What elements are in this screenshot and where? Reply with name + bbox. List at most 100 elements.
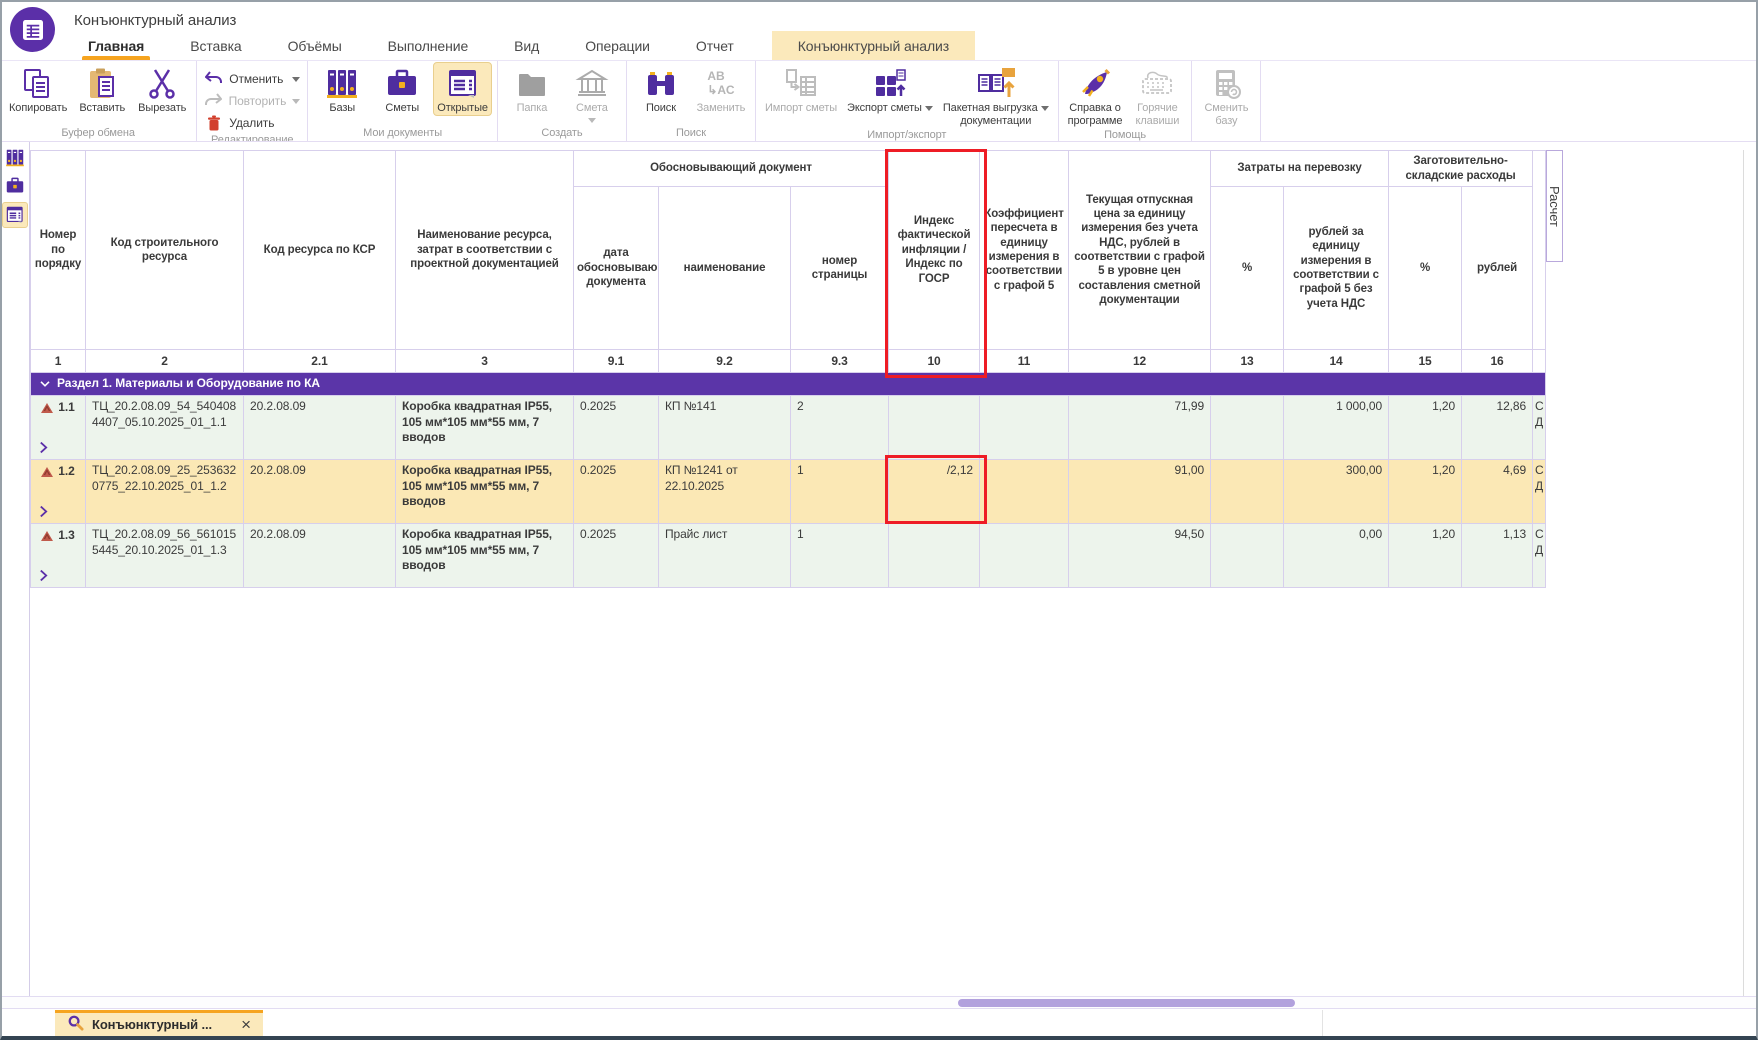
- estimate-create-button[interactable]: Смета: [563, 62, 621, 124]
- tab-volumes[interactable]: Объёмы: [280, 31, 350, 60]
- cell-doc_name[interactable]: Прайс лист: [659, 524, 791, 588]
- cell-row-header[interactable]: 1.3: [31, 524, 86, 588]
- cell-transport_rub[interactable]: 0,00: [1284, 524, 1389, 588]
- hotkeys-button[interactable]: Горячиеклавиши: [1128, 62, 1186, 128]
- cell-clipped[interactable]: С Д: [1533, 460, 1546, 524]
- search-button[interactable]: Поиск: [632, 62, 690, 116]
- cell-resource_name[interactable]: Коробка квадратная IP55, 105 мм*105 мм*5…: [396, 524, 574, 588]
- copy-button[interactable]: Копировать: [5, 62, 71, 116]
- cell-inflation_index[interactable]: /2,12: [889, 460, 980, 524]
- help-button[interactable]: Справка опрограмме: [1064, 62, 1127, 128]
- cell-doc_date[interactable]: 0.2025: [574, 524, 659, 588]
- column-header: дата обосновывающего документа: [574, 187, 659, 350]
- sidebar-databases-button[interactable]: [3, 146, 27, 170]
- calculation-panel-tab[interactable]: Расчет: [1546, 150, 1563, 262]
- vertical-scrollbar-track[interactable]: [1743, 150, 1744, 996]
- cell-resource_name[interactable]: Коробка квадратная IP55, 105 мм*105 мм*5…: [396, 460, 574, 524]
- table-row: 1.1ТЦ_20.2.08.09_54_5404084407_05.10.202…: [31, 396, 1546, 460]
- cell-doc_name[interactable]: КП №1241 от 22.10.2025: [659, 460, 791, 524]
- cell-doc_page[interactable]: 1: [791, 524, 889, 588]
- cell-current_price[interactable]: 94,50: [1069, 524, 1211, 588]
- sidebar-estimates-button[interactable]: [3, 174, 27, 198]
- tab-view[interactable]: Вид: [506, 31, 547, 60]
- cell-current_price[interactable]: 91,00: [1069, 460, 1211, 524]
- cell-clipped[interactable]: С Д: [1533, 396, 1546, 460]
- cell-storage_pct[interactable]: 1,20: [1389, 524, 1462, 588]
- cell-doc_date[interactable]: 0.2025: [574, 460, 659, 524]
- export-icon: [873, 65, 907, 102]
- ribbon-group-label: [1197, 128, 1255, 141]
- cell-storage_rub[interactable]: 4,69: [1462, 460, 1533, 524]
- tab-market-analysis[interactable]: Конъюнктурный анализ: [772, 31, 975, 60]
- section-row[interactable]: Раздел 1. Материалы и Оборудование по КА: [31, 373, 1546, 396]
- cell-code[interactable]: ТЦ_20.2.08.09_56_5610155445_20.10.2025_0…: [86, 524, 244, 588]
- cell-storage_rub[interactable]: 12,86: [1462, 396, 1533, 460]
- horizontal-scrollbar-thumb[interactable]: [958, 999, 1295, 1007]
- row-expand-button[interactable]: [39, 441, 48, 454]
- button-label: Пакетная выгрузка: [943, 102, 1038, 115]
- column-header: Наименование ресурса, затрат в соответст…: [396, 151, 574, 350]
- cell-conversion_coeff[interactable]: [980, 524, 1069, 588]
- close-icon[interactable]: ×: [241, 1016, 251, 1033]
- folder-button[interactable]: Папка: [503, 62, 561, 116]
- batch-export-button[interactable]: Пакетная выгрузкадокументации: [939, 62, 1053, 128]
- row-expand-button[interactable]: [39, 505, 48, 518]
- cell-transport_pct[interactable]: [1211, 460, 1284, 524]
- column-number: 11: [980, 350, 1069, 373]
- cell-row-header[interactable]: 1.1: [31, 396, 86, 460]
- cell-clipped[interactable]: С Д: [1533, 524, 1546, 588]
- button-label: Горячие: [1137, 102, 1178, 115]
- cell-ksr_code[interactable]: 20.2.08.09: [244, 460, 396, 524]
- cell-doc_page[interactable]: 2: [791, 396, 889, 460]
- estimates-button[interactable]: Сметы: [373, 62, 431, 116]
- delete-icon: [204, 115, 223, 131]
- export-button[interactable]: Экспорт сметы: [843, 62, 937, 116]
- cell-inflation_index[interactable]: [889, 524, 980, 588]
- app-icon: [10, 7, 55, 52]
- cell-doc_date[interactable]: 0.2025: [574, 396, 659, 460]
- tab-insert[interactable]: Вставка: [182, 31, 249, 60]
- cell-conversion_coeff[interactable]: [980, 396, 1069, 460]
- cell-transport_rub[interactable]: 1 000,00: [1284, 396, 1389, 460]
- ribbon-group-editing: ОтменитьПовторитьУдалитьРедактирование: [197, 61, 308, 141]
- cell-code[interactable]: ТЦ_20.2.08.09_54_5404084407_05.10.2025_0…: [86, 396, 244, 460]
- sidebar-open-docs-button[interactable]: [2, 202, 28, 228]
- cell-row-header[interactable]: 1.2: [31, 460, 86, 524]
- tab-operations[interactable]: Операции: [577, 31, 658, 60]
- cell-transport_rub[interactable]: 300,00: [1284, 460, 1389, 524]
- databases-button[interactable]: Базы: [313, 62, 371, 116]
- tab-report[interactable]: Отчет: [688, 31, 742, 60]
- change-database-button[interactable]: Сменитьбазу: [1197, 62, 1255, 128]
- delete-button[interactable]: Удалить: [202, 113, 302, 133]
- tab-execution[interactable]: Выполнение: [380, 31, 477, 60]
- column-header: Индекс фактической инфляции / Индекс по …: [889, 151, 980, 350]
- cut-button[interactable]: Вырезать: [133, 62, 191, 116]
- import-icon: [784, 65, 818, 102]
- row-expand-button[interactable]: [39, 569, 48, 582]
- open-docs-button[interactable]: Открытые: [433, 62, 492, 116]
- cell-storage_pct[interactable]: 1,20: [1389, 396, 1462, 460]
- horizontal-scrollbar[interactable]: [0, 996, 1758, 1009]
- cell-resource_name[interactable]: Коробка квадратная IP55, 105 мм*105 мм*5…: [396, 396, 574, 460]
- import-button[interactable]: Импорт сметы: [761, 62, 841, 116]
- cell-doc_page[interactable]: 1: [791, 460, 889, 524]
- cell-storage_pct[interactable]: 1,20: [1389, 460, 1462, 524]
- cell-ksr_code[interactable]: 20.2.08.09: [244, 524, 396, 588]
- cell-inflation_index[interactable]: [889, 396, 980, 460]
- cell-ksr_code[interactable]: 20.2.08.09: [244, 396, 396, 460]
- cell-transport_pct[interactable]: [1211, 524, 1284, 588]
- row-number: 1.2: [58, 464, 74, 480]
- titlebar: Конъюнктурный анализ Главная Вставка Объём…: [0, 0, 1758, 60]
- cell-code[interactable]: ТЦ_20.2.08.09_25_2536320775_22.10.2025_0…: [86, 460, 244, 524]
- cell-storage_rub[interactable]: 1,13: [1462, 524, 1533, 588]
- paste-button[interactable]: Вставить: [73, 62, 131, 116]
- redo-button[interactable]: Повторить: [202, 91, 302, 111]
- document-tab-market-analysis[interactable]: Конъюнктурный ... ×: [55, 1010, 263, 1036]
- cell-doc_name[interactable]: КП №141: [659, 396, 791, 460]
- cell-conversion_coeff[interactable]: [980, 460, 1069, 524]
- cell-transport_pct[interactable]: [1211, 396, 1284, 460]
- undo-button[interactable]: Отменить: [202, 69, 302, 89]
- replace-button[interactable]: AB↳ACЗаменить: [692, 62, 750, 116]
- tab-home[interactable]: Главная: [80, 31, 152, 60]
- cell-current_price[interactable]: 71,99: [1069, 396, 1211, 460]
